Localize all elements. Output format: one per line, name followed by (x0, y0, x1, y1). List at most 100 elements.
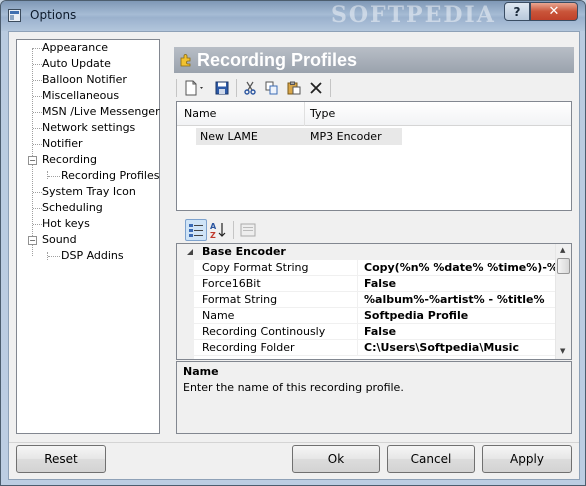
property-value[interactable]: False (364, 325, 556, 338)
tree-item-system-tray-icon[interactable]: System Tray Icon (42, 184, 136, 200)
cut-button[interactable] (240, 78, 260, 98)
property-row[interactable]: Force16Bit False (194, 276, 555, 292)
cancel-button[interactable]: Cancel (387, 445, 475, 473)
delete-button[interactable] (306, 78, 326, 98)
paste-button[interactable] (284, 78, 304, 98)
reset-button[interactable]: Reset (16, 445, 106, 473)
help-icon: ? (513, 4, 521, 19)
scroll-thumb[interactable] (557, 258, 570, 274)
categorized-button[interactable] (185, 219, 207, 241)
property-name: Name (202, 309, 235, 322)
tree-item-appearance[interactable]: Appearance (42, 40, 108, 56)
tree-item-hot-keys[interactable]: Hot keys (42, 216, 90, 232)
puzzle-icon (180, 54, 191, 67)
tree-item-notifier[interactable]: Notifier (42, 136, 83, 152)
property-row-selected[interactable]: Name Softpedia Profile (194, 308, 555, 324)
options-window: Options SOFTPEDIA ? ✕ Appearance Auto Up… (0, 0, 586, 486)
divider (9, 442, 579, 443)
tree-item-miscellaneous[interactable]: Miscellaneous (42, 88, 119, 104)
toolbar-divider (233, 221, 234, 239)
column-header-name[interactable]: Name (184, 107, 216, 120)
new-profile-button[interactable] (181, 78, 209, 98)
tree-item-auto-update[interactable]: Auto Update (42, 56, 111, 72)
tree-item-recording[interactable]: Recording (42, 152, 97, 168)
tree-line (48, 176, 60, 177)
copy-icon (265, 81, 278, 95)
tree-line (33, 64, 42, 65)
tree-item-network-settings[interactable]: Network settings (42, 120, 135, 136)
scroll-down-icon[interactable]: ▼ (560, 347, 565, 355)
tree-item-dsp-addins[interactable]: DSP Addins (61, 248, 124, 264)
column-divider[interactable] (357, 340, 358, 356)
collapse-recording-icon[interactable]: − (28, 156, 37, 165)
property-row[interactable]: Format String %album%-%artist% - %title% (194, 292, 555, 308)
alphabetical-button[interactable]: A Z (207, 219, 229, 241)
property-name: Format String (202, 293, 278, 306)
new-icon (185, 80, 203, 96)
tree-item-recording-profiles[interactable]: Recording Profiles (61, 168, 159, 184)
property-value[interactable]: C:\Users\Softpedia\Music (364, 341, 556, 354)
category-row[interactable]: Base Encoder (177, 244, 555, 260)
profile-name: New LAME (200, 130, 258, 143)
page-title: Recording Profiles (197, 50, 358, 70)
property-grid[interactable]: Base Encoder Copy Format String Copy(%n%… (176, 243, 572, 360)
property-grid-scrollbar[interactable]: ▲ ▼ (555, 244, 571, 359)
tree-line (33, 192, 42, 193)
property-name: Recording Folder (202, 341, 295, 354)
tree-line (33, 96, 42, 97)
grid-gutter (177, 260, 194, 359)
property-value[interactable]: Softpedia Profile (364, 309, 556, 322)
copy-button[interactable] (262, 78, 282, 98)
tree-line (48, 256, 60, 257)
apply-button[interactable]: Apply (482, 445, 572, 473)
categorized-icon (189, 224, 203, 237)
property-value[interactable]: %album%-%artist% - %title% (364, 293, 556, 306)
column-divider[interactable] (357, 308, 358, 324)
property-pages-icon (240, 223, 256, 237)
tree-item-balloon-notifier[interactable]: Balloon Notifier (42, 72, 127, 88)
tree-line (33, 48, 42, 49)
close-button[interactable]: ✕ (530, 2, 578, 21)
column-divider[interactable] (304, 102, 305, 126)
property-name: Copy Format String (202, 261, 309, 274)
toolbar-divider (236, 79, 237, 97)
close-icon: ✕ (548, 4, 560, 19)
property-pages-button[interactable] (237, 219, 259, 241)
settings-tree[interactable]: Appearance Auto Update Balloon Notifier … (16, 39, 160, 434)
property-value[interactable]: Copy(%n% %date% %time%)-%file (364, 261, 556, 274)
property-row[interactable]: Recording Continously False (194, 324, 555, 340)
save-button[interactable] (212, 78, 232, 98)
collapse-sound-icon[interactable]: − (28, 236, 37, 245)
paste-icon (287, 81, 301, 95)
column-divider[interactable] (357, 276, 358, 292)
column-header-type[interactable]: Type (310, 107, 335, 120)
help-button[interactable]: ? (504, 2, 530, 21)
watermark: SOFTPEDIA (331, 2, 496, 28)
profiles-list[interactable]: Name Type New LAME MP3 Encoder (176, 101, 572, 211)
cut-icon (244, 81, 256, 95)
description-text: Enter the name of this recording profile… (183, 381, 404, 394)
property-value[interactable]: False (364, 277, 556, 290)
tree-item-msn-live-messenger[interactable]: MSN /Live Messenger (42, 104, 160, 120)
delete-icon (310, 82, 322, 94)
tree-line (33, 128, 42, 129)
list-item[interactable]: New LAME MP3 Encoder (196, 128, 402, 145)
collapse-triangle-icon[interactable] (186, 248, 194, 256)
property-row[interactable]: Recording Folder C:\Users\Softpedia\Musi… (194, 340, 555, 356)
property-name: Force16Bit (202, 277, 261, 290)
property-row[interactable]: Copy Format String Copy(%n% %date% %time… (194, 260, 556, 276)
tree-line (33, 112, 42, 113)
title-bar[interactable]: Options SOFTPEDIA ? ✕ (1, 1, 585, 31)
column-divider[interactable] (357, 292, 358, 308)
svg-text:A: A (210, 222, 217, 231)
tree-line (33, 144, 42, 145)
column-divider[interactable] (357, 260, 358, 276)
property-description: Name Enter the name of this recording pr… (176, 361, 572, 434)
sort-az-icon: A Z (210, 222, 226, 239)
column-divider[interactable] (357, 324, 358, 340)
tree-item-sound[interactable]: Sound (42, 232, 77, 248)
tree-item-scheduling[interactable]: Scheduling (42, 200, 103, 216)
ok-button[interactable]: Ok (292, 445, 380, 473)
tree-line (33, 224, 42, 225)
scroll-up-icon[interactable]: ▲ (560, 246, 565, 254)
